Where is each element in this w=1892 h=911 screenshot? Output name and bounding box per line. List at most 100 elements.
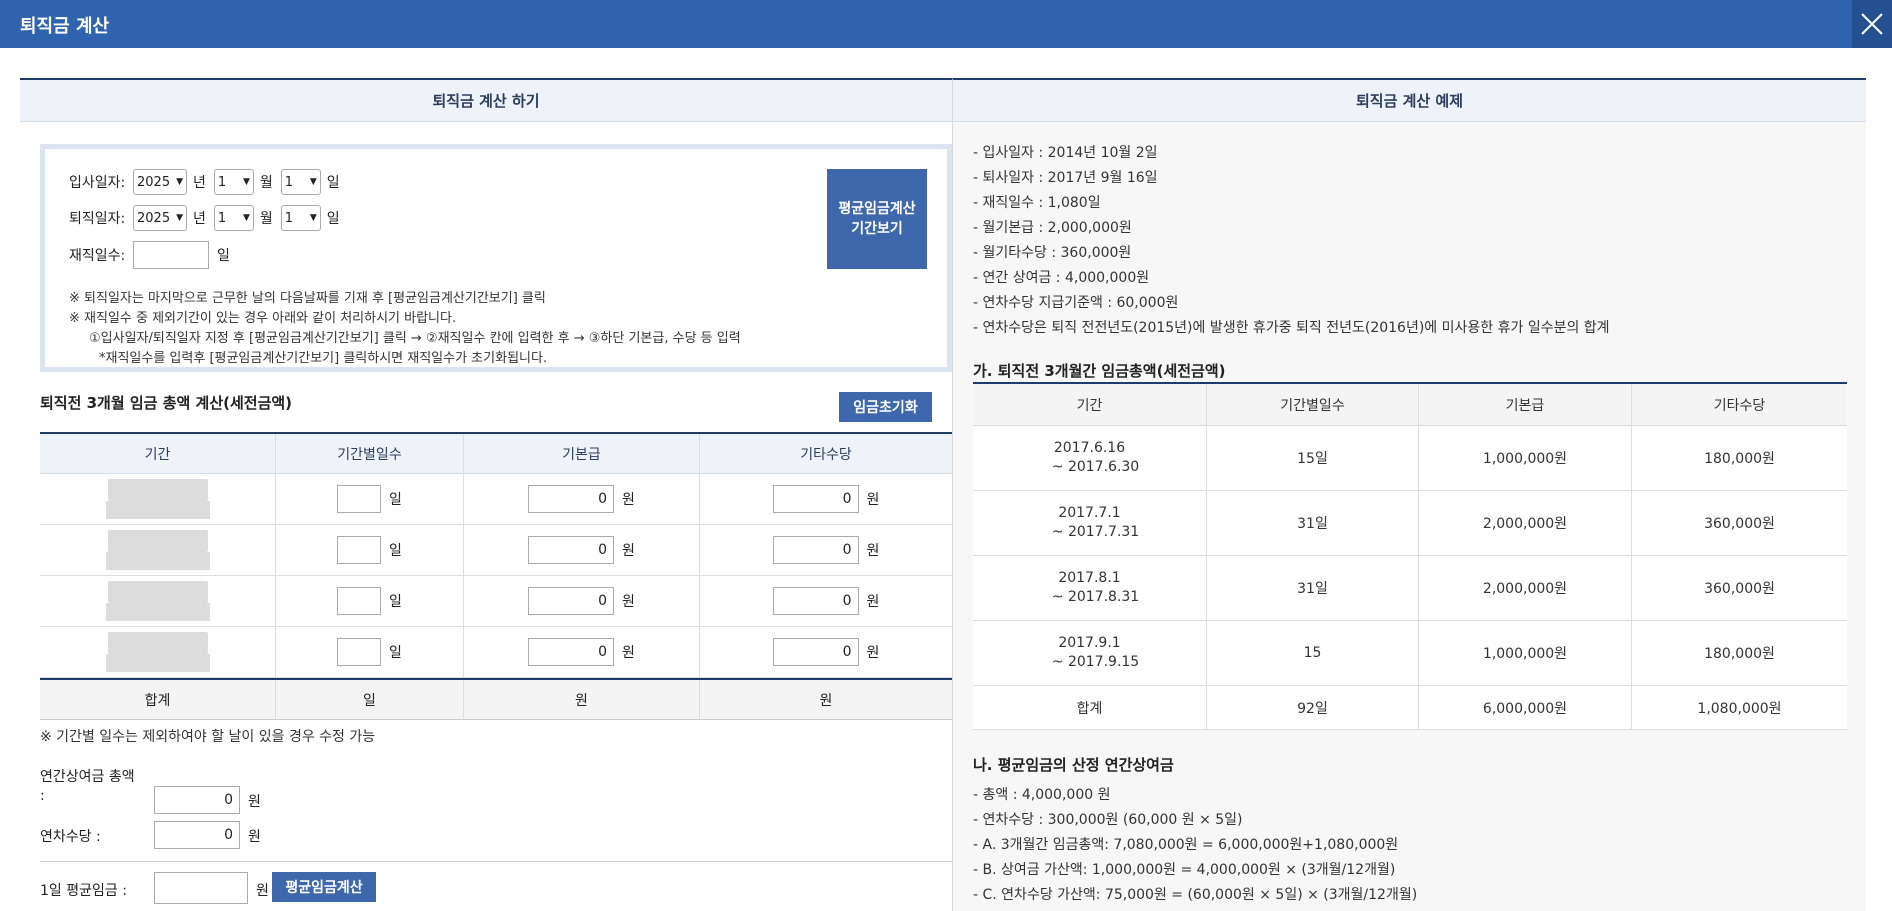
allowance-cell: 360,000원 [1704,581,1775,597]
header-base-pay: 기본급 [464,434,700,473]
join-date-label: 입사일자: [69,175,126,191]
unit-day: 일 [217,248,230,264]
table-row: 일 0원 0원 [40,525,952,576]
base-pay-input[interactable]: 0 [528,638,615,666]
leave-month-select[interactable]: 1 ▼ [213,205,254,231]
days-input[interactable] [337,536,382,564]
period-cell: 2017.8.1 ~ 2017.8.31 [973,556,1207,620]
table-row: 2017.9.1 ~ 2017.9.15 15 1,000,000원 180,00… [973,621,1847,686]
base-pay-cell: 1,000,000원 [1419,621,1632,685]
header-period: 기간 [973,384,1207,425]
note-line: ※ 퇴직일자는 마지막으로 근무한 날의 다음날짜를 기재 후 [평균임금계산기… [69,291,546,306]
join-month-select[interactable]: 1 ▼ [213,169,254,195]
table-row: 일 0원 0원 [40,576,952,627]
table-row: 일 0원 0원 [40,627,952,678]
base-pay-cell: 2,000,000원 [1419,491,1632,555]
allowance-input[interactable]: 0 [772,485,859,513]
sum-label: 합계 [40,680,276,719]
header-other-allowance: 기타수당 [1713,397,1766,414]
join-year-select[interactable]: 2025 ▼ [133,169,187,195]
unit-day: 일 [326,175,340,191]
leave-allowance-input[interactable]: 0 [154,821,240,849]
calculate-average-wage-button[interactable]: 평균임금계산 [272,872,376,902]
base-pay-cell: 2,000,000원 [1419,556,1632,620]
join-day-select[interactable]: 1 ▼ [280,169,321,195]
work-days-label: 재직일수: [69,248,126,264]
days-cell: 일 [276,525,464,575]
allowance-cell: 0원 [700,576,952,626]
view-average-wage-period-button[interactable]: 평균임금계산 기간보기 [827,169,927,269]
days-cell: 15일 [1207,426,1419,490]
leave-date-label: 퇴직일자: [69,211,126,227]
bonus-label: 연간상여금 총액: [40,769,135,804]
allowance-input[interactable]: 0 [772,638,859,666]
note-line: ※ 재직일수 중 제외기간이 있는 경우 아래와 같이 처리하시기 바랍니다. [69,311,457,326]
allowance-input[interactable]: 0 [772,587,859,615]
allowance-cell: 0원 [700,525,952,575]
close-button[interactable] [1852,0,1892,48]
calc-item: - C. 연차수당 가산액: 75,000원 = (60,000원 × 5일) … [973,887,1418,903]
table-row: 2017.7.1 ~ 2017.7.31 31일 2,000,000원 360,0… [973,491,1847,556]
period-cell [40,474,276,524]
wage-section-title: 퇴직전 3개월 임금 총액 계산(세전금액) [40,394,293,412]
days-input[interactable] [337,587,382,615]
days-input[interactable] [337,485,382,513]
sum-row: 합계 92일 6,000,000원 1,080,000원 [973,686,1847,730]
work-days-row: 재직일수: 일 [69,241,230,269]
average-wage-input[interactable] [154,872,248,904]
unit-month: 월 [259,175,273,191]
unit-month: 월 [259,211,273,227]
header-other-allowance: 기타수당 [800,446,852,463]
base-pay-input[interactable]: 0 [528,485,615,513]
table-row: 2017.8.1 ~ 2017.8.31 31일 2,000,000원 360,0… [973,556,1847,621]
period-cell: 2017.9.1 ~ 2017.9.15 [973,621,1207,685]
unit-won: 원 [248,829,261,845]
work-days-input[interactable] [133,241,209,269]
example-panel-title: 퇴직금 계산 예제 [953,80,1866,122]
base-pay-input[interactable]: 0 [528,587,615,615]
reset-wage-button[interactable]: 임금초기화 [839,392,932,422]
dialog-title: 퇴직금 계산 [20,16,110,37]
period-cell: 2017.6.16 ~ 2017.6.30 [973,426,1207,490]
wage-input-table: 기간 기간별일수 기본급 기타수당 일 0원 0원 일 0원 0원 일 0원 0… [40,432,952,720]
section-a-title: 가. 퇴직전 3개월간 임금총액(세전금액) [973,362,1226,380]
close-icon [1861,13,1883,35]
divider [40,861,952,862]
days-cell: 15 [1207,621,1419,685]
date-input-box: 입사일자: 2025 ▼ 년 1 ▼ 월 1 ▼ 일 퇴직일자: 2025 ▼ 년 1 ▼… [40,144,952,372]
header-base-pay: 기본급 [1419,384,1632,425]
sum-base-pay: 6,000,000원 [1419,686,1632,729]
allowance-input[interactable]: 0 [772,536,859,564]
header-days: 기간별일수 [276,434,464,473]
header-period: 기간 [40,434,276,473]
calc-item: - 총액 : 4,000,000 원 [973,787,1111,803]
leave-year-select[interactable]: 2025 ▼ [133,205,187,231]
sum-label: 합계 [973,686,1207,729]
fact-item: - 월기본급 : 2,000,000원 [973,220,1132,236]
unit-day: 일 [326,211,340,227]
allowance-cell: 180,000원 [1704,451,1775,467]
example-wage-table: 기간 기간별일수 기본급 기타수당 2017.6.16 ~ 2017.6.30 1… [973,382,1847,730]
leave-date-row: 퇴직일자: 2025 ▼ 년 1 ▼ 월 1 ▼ 일 [69,205,348,231]
calculator-panel: 퇴직금 계산 하기 입사일자: 2025 ▼ 년 1 ▼ 월 1 ▼ 일 퇴직일자: … [20,78,952,911]
base-pay-input[interactable]: 0 [528,536,615,564]
leave-allowance-label: 연차수당 : [40,829,101,845]
calc-item: - 연차수당 : 300,000원 (60,000 원 × 5일) [973,812,1243,828]
calc-item: - A. 3개월간 임금총액: 7,080,000원 = 6,000,000원+… [973,837,1399,853]
fact-item: - 입사일자 : 2014년 10월 2일 [973,145,1158,161]
sum-allowance: 1,080,000원 [1697,700,1782,717]
period-cell: 2017.7.1 ~ 2017.7.31 [973,491,1207,555]
period-cell [40,525,276,575]
table-header-row: 기간 기간별일수 기본급 기타수당 [40,434,952,474]
base-pay-cell: 0원 [464,627,700,677]
unit-won: 원 [256,883,269,899]
leave-day-select[interactable]: 1 ▼ [280,205,321,231]
days-cell: 31일 [1207,556,1419,620]
sum-days: 일 [276,680,464,719]
table-row: 일 0원 0원 [40,474,952,525]
days-input[interactable] [337,638,382,666]
allowance-cell: 360,000원 [1704,516,1775,532]
bonus-input[interactable]: 0 [154,786,240,814]
days-cell: 31일 [1207,491,1419,555]
unit-year: 년 [193,175,206,191]
